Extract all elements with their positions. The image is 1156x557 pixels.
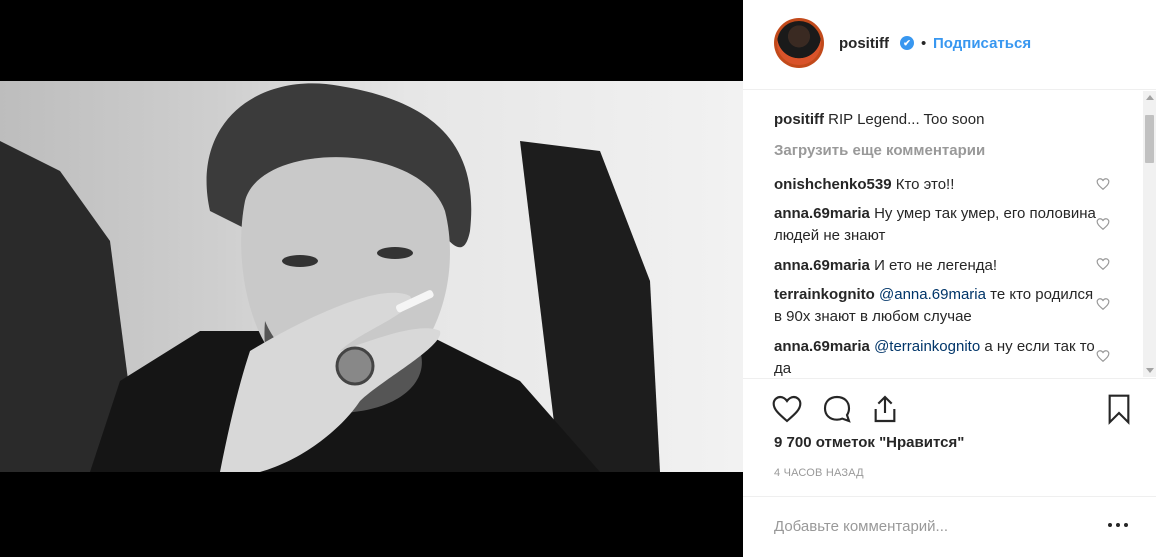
- comment-username[interactable]: anna.69maria: [774, 338, 870, 355]
- comment-icon[interactable]: [821, 393, 853, 425]
- more-options-icon[interactable]: [1106, 519, 1130, 531]
- photo-illustration: [0, 83, 660, 472]
- comment-item: terrainkognito @anna.69maria те кто роди…: [774, 284, 1104, 328]
- follow-button[interactable]: Подписаться: [933, 35, 1031, 52]
- comment-heart-icon[interactable]: [1096, 217, 1110, 231]
- share-icon[interactable]: [869, 393, 901, 425]
- heart-icon[interactable]: [771, 393, 803, 425]
- comment-username[interactable]: anna.69maria: [774, 257, 870, 274]
- comments-scrollbar[interactable]: [1143, 91, 1156, 377]
- comment-mention[interactable]: @terrainkognito: [874, 338, 980, 355]
- comment-username[interactable]: onishchenko539: [774, 176, 892, 193]
- comment-text: И ето не легенда!: [874, 257, 997, 274]
- comment-heart-icon[interactable]: [1096, 349, 1110, 363]
- comment-text: Кто это!!: [895, 176, 955, 193]
- comment-item: anna.69maria @terrainkognito а ну если т…: [774, 336, 1104, 377]
- post-header: positiff ✔ • Подписаться: [743, 0, 1156, 90]
- post-timestamp[interactable]: 4 ЧАСОВ НАЗАД: [774, 467, 864, 479]
- comments-list: positiff RIP Legend... Too soon Загрузит…: [743, 91, 1156, 377]
- post-media: [0, 0, 743, 557]
- likes-count[interactable]: 9 700 отметок "Нравится": [774, 434, 964, 451]
- scroll-down-arrow-icon[interactable]: [1146, 368, 1154, 373]
- caption: positiff RIP Legend... Too soon: [774, 109, 1104, 131]
- scrollbar-thumb[interactable]: [1145, 115, 1154, 163]
- post-photo[interactable]: [0, 81, 743, 472]
- comment-item: onishchenko539 Кто это!!: [774, 174, 1104, 196]
- comment-heart-icon[interactable]: [1096, 297, 1110, 311]
- comment-item: anna.69maria И ето не легенда!: [774, 255, 1104, 277]
- header-separator: •: [921, 35, 927, 52]
- comment-item: anna.69maria Ну умер так умер, его полов…: [774, 203, 1104, 247]
- comment-input[interactable]: [774, 515, 1084, 537]
- caption-username[interactable]: positiff: [774, 111, 824, 128]
- header-username[interactable]: positiff: [839, 35, 889, 52]
- bookmark-icon[interactable]: [1103, 393, 1135, 425]
- post-actions: 9 700 отметок "Нравится" 4 ЧАСОВ НАЗАД: [743, 378, 1156, 488]
- avatar[interactable]: [774, 18, 824, 68]
- comment-heart-icon[interactable]: [1096, 177, 1110, 191]
- add-comment-form: [743, 496, 1156, 557]
- comment-username[interactable]: anna.69maria: [774, 205, 870, 222]
- comment-mention[interactable]: @anna.69maria: [879, 286, 986, 303]
- comment-heart-icon[interactable]: [1096, 257, 1110, 271]
- comment-username[interactable]: terrainkognito: [774, 286, 875, 303]
- scroll-up-arrow-icon[interactable]: [1146, 95, 1154, 100]
- caption-text: RIP Legend... Too soon: [828, 111, 985, 128]
- post-panel: positiff ✔ • Подписаться positiff RIP Le…: [743, 0, 1156, 557]
- verified-badge-icon: ✔: [900, 36, 914, 50]
- load-more-comments-button[interactable]: Загрузить еще комментарии: [774, 142, 985, 159]
